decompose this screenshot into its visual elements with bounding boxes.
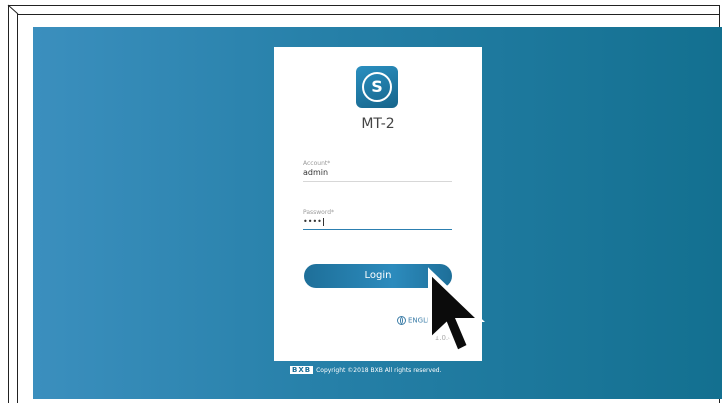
mouse-pointer-icon (428, 267, 485, 355)
copyright-text: Copyright ©2018 BXB All rights reserved. (316, 367, 442, 374)
password-input[interactable]: •••• (303, 217, 324, 226)
s-logo-icon: S (356, 66, 398, 108)
account-underline (303, 181, 452, 182)
password-label: Password* (303, 209, 335, 216)
password-underline (303, 229, 452, 230)
app-title: MT-2 (361, 116, 395, 132)
account-input[interactable]: admin (303, 168, 328, 177)
account-label: Account* (303, 160, 331, 167)
globe-icon (397, 316, 406, 325)
frame-corner (7, 4, 19, 15)
text-caret (322, 217, 324, 226)
footer: BXB Copyright ©2018 BXB All rights reserv… (290, 366, 441, 374)
password-value: •••• (303, 217, 322, 226)
logo-letter: S (362, 72, 392, 102)
bxb-logo: BXB (290, 366, 314, 374)
